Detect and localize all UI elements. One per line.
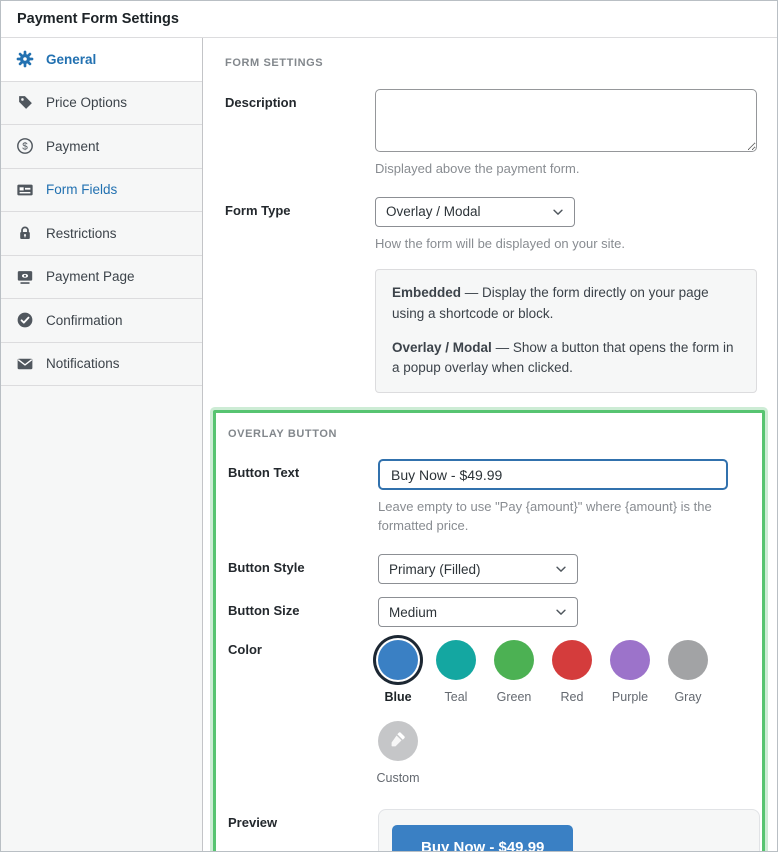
settings-sidebar: General Price Options $ Payment Form Fie… [1,38,203,851]
color-field: Color Blue Teal [228,640,754,785]
button-text-help: Leave empty to use "Pay {amount}" where … [378,498,754,536]
sidebar-item-general[interactable]: General [1,38,202,82]
button-size-selected-value: Medium [389,605,437,620]
color-swatch-blue: Blue [378,640,418,704]
form-settings-heading: FORM SETTINGS [225,57,757,69]
svg-text:$: $ [22,142,28,153]
overlay-button-heading: OVERLAY BUTTON [228,428,754,440]
sidebar-item-payment[interactable]: $ Payment [1,125,202,169]
button-size-field: Button Size Medium [228,597,754,627]
sidebar-item-label: Payment Page [46,269,135,284]
sidebar-item-form-fields[interactable]: Form Fields [1,169,202,213]
button-style-label: Button Style [228,554,378,584]
color-swatch-gray-circle[interactable] [668,640,708,680]
eyedropper-icon [388,729,408,754]
button-style-select[interactable]: Primary (Filled) [378,554,578,584]
button-style-field: Button Style Primary (Filled) [228,554,754,584]
color-swatch-blue-circle[interactable] [378,640,418,680]
sidebar-item-notifications[interactable]: Notifications [1,343,202,387]
preview-field: Preview Buy Now - $49.99 [228,809,754,851]
color-swatch-red-circle[interactable] [552,640,592,680]
dollar-icon: $ [16,137,34,155]
form-type-field: Form Type Overlay / Modal How the form w… [225,197,757,394]
envelope-icon [16,355,34,373]
color-swatch-row: Blue Teal Green [378,640,754,704]
window-header: Payment Form Settings [1,1,777,38]
sidebar-item-confirmation[interactable]: Confirmation [1,299,202,343]
button-text-input[interactable] [378,459,728,490]
description-label: Description [225,89,375,179]
sidebar-item-label: Payment [46,139,99,154]
button-text-label: Button Text [228,459,378,536]
sidebar-item-label: Form Fields [46,182,117,197]
payment-page-icon [16,268,34,286]
window-body: General Price Options $ Payment Form Fie… [1,38,777,851]
color-swatch-label: Teal [445,690,468,704]
chevron-down-icon [554,605,568,619]
button-size-label: Button Size [228,597,378,627]
color-swatch-green: Green [494,640,534,704]
sidebar-item-label: Price Options [46,95,127,110]
color-swatch-purple: Purple [610,640,650,704]
sidebar-item-restrictions[interactable]: Restrictions [1,212,202,256]
button-size-select[interactable]: Medium [378,597,578,627]
color-swatch-label: Gray [674,690,701,704]
description-help: Displayed above the payment form. [375,160,753,179]
form-type-selected-value: Overlay / Modal [386,204,481,219]
payment-form-settings-window: Payment Form Settings General Price Opti… [0,0,778,852]
description-textarea[interactable] [375,89,757,152]
color-swatch-purple-circle[interactable] [610,640,650,680]
description-field: Description Displayed above the payment … [225,89,757,179]
color-label: Color [228,640,378,785]
infobox-embedded-term: Embedded [392,285,461,300]
button-style-selected-value: Primary (Filled) [389,562,481,577]
form-type-label: Form Type [225,197,375,394]
color-swatch-label: Red [561,690,584,704]
color-swatch-gray: Gray [668,640,708,704]
sidebar-item-payment-page[interactable]: Payment Page [1,256,202,300]
custom-color-swatch-circle[interactable] [378,721,418,761]
color-swatch-custom: Custom [378,721,418,785]
chevron-down-icon [551,205,565,219]
color-swatch-red: Red [552,640,592,704]
tag-icon [16,94,34,112]
color-swatch-green-circle[interactable] [494,640,534,680]
lock-icon [16,224,34,242]
sidebar-item-label: General [46,52,96,67]
settings-main-panel: FORM SETTINGS Description Displayed abov… [203,38,777,851]
infobox-overlay-term: Overlay / Modal [392,340,492,355]
form-fields-icon [16,181,34,199]
sidebar-item-label: Notifications [46,356,120,371]
button-text-field: Button Text Leave empty to use "Pay {amo… [228,459,754,536]
sidebar-item-label: Restrictions [46,226,117,241]
infobox-embedded-item: Embedded — Display the form directly on … [392,283,740,325]
color-swatch-label: Blue [384,690,411,704]
color-swatch-label: Custom [376,771,419,785]
form-type-select[interactable]: Overlay / Modal [375,197,575,227]
overlay-button-section: OVERLAY BUTTON Button Text Leave empty t… [213,410,765,851]
form-type-infobox: Embedded — Display the form directly on … [375,269,757,394]
sidebar-item-label: Confirmation [46,313,123,328]
color-swatch-teal-circle[interactable] [436,640,476,680]
sidebar-item-price-options[interactable]: Price Options [1,82,202,126]
form-type-help: How the form will be displayed on your s… [375,235,753,254]
color-swatch-label: Purple [612,690,648,704]
custom-swatch-row: Custom [378,721,754,785]
color-swatch-label: Green [497,690,532,704]
window-title: Payment Form Settings [17,11,179,27]
button-preview-box: Buy Now - $49.99 [378,809,760,851]
infobox-overlay-item: Overlay / Modal — Show a button that ope… [392,338,740,380]
gear-icon [16,50,34,68]
color-swatch-teal: Teal [436,640,476,704]
chevron-down-icon [554,562,568,576]
preview-label: Preview [228,809,378,851]
preview-buy-now-button[interactable]: Buy Now - $49.99 [392,825,573,851]
check-circle-icon [16,311,34,329]
